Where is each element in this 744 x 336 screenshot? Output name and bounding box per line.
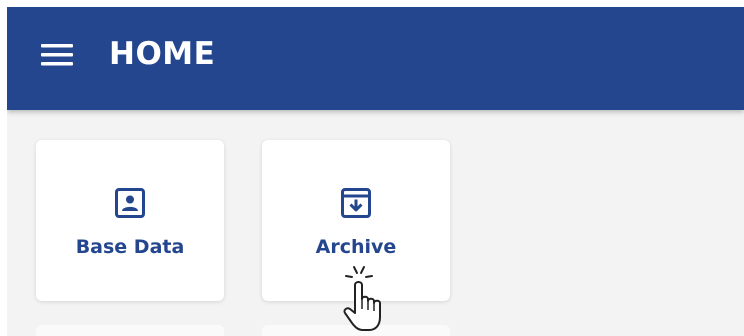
contact-card-icon xyxy=(115,188,145,218)
page-title: HOME xyxy=(109,36,216,72)
tile-label-archive: Archive xyxy=(315,236,397,258)
app-frame: HOME Base Data Archive xyxy=(7,7,744,336)
tile-base-data[interactable]: Base Data xyxy=(36,140,224,301)
menu-icon xyxy=(41,44,73,66)
tile-label-base-data: Base Data xyxy=(75,236,185,258)
archive-download-icon xyxy=(341,188,371,218)
menu-button[interactable] xyxy=(37,35,77,75)
tile-partial-bottom-left xyxy=(36,325,224,336)
tile-archive[interactable]: Archive xyxy=(262,140,450,301)
app-bar: HOME xyxy=(7,7,744,110)
tile-partial-bottom-right xyxy=(262,325,450,336)
